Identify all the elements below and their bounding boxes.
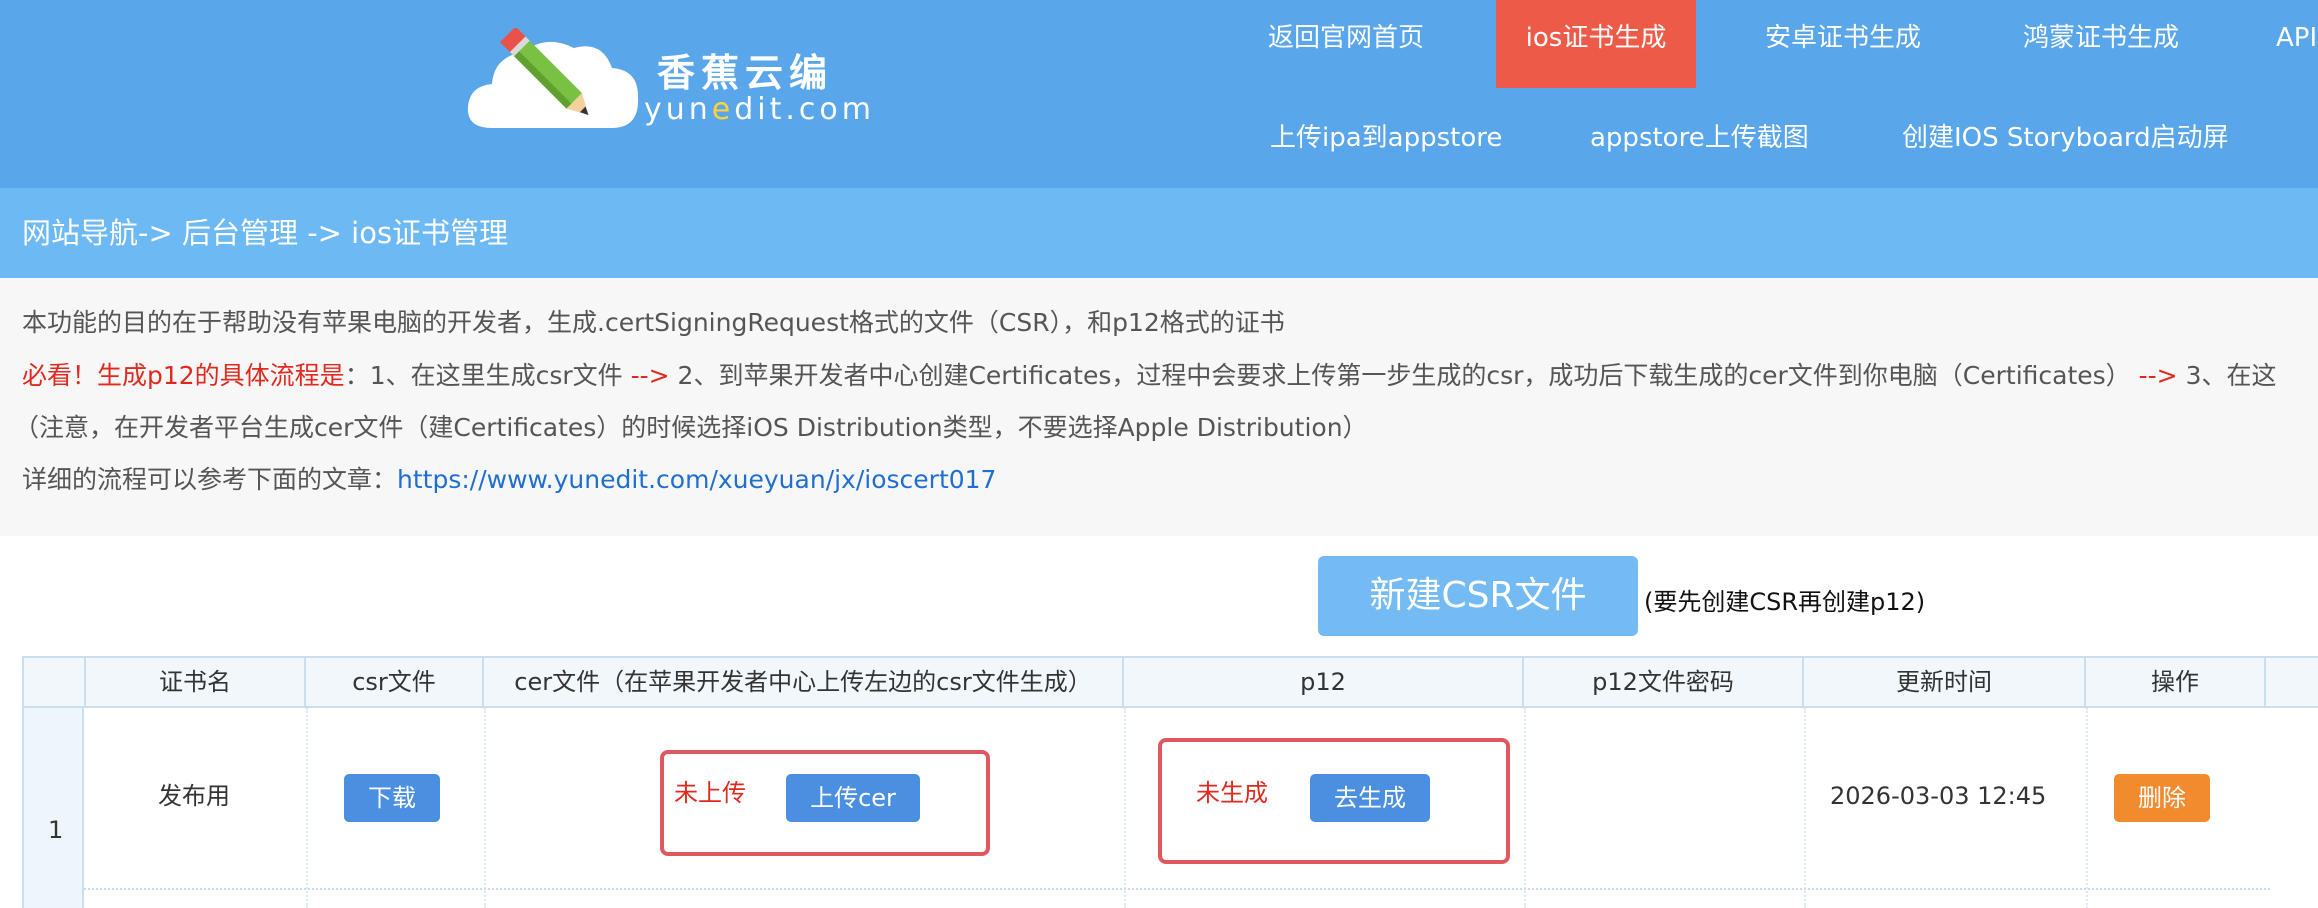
csr-note: (要先创建CSR再创建p12) <box>1644 588 1926 616</box>
info-reference-link[interactable]: https://www.yunedit.com/xueyuan/jx/iosce… <box>397 465 996 494</box>
nav-item-ios-cert[interactable]: ios证书生成 <box>1496 0 1696 88</box>
info-must-read: 必看！生成p12的具体流程是 <box>22 361 345 390</box>
nav-item-harmony-cert[interactable]: 鸿蒙证书生成 <box>2012 0 2190 88</box>
cert-table: 证书名 csr文件 cer文件（在苹果开发者中心上传左边的csr文件生成） p1… <box>22 656 2318 908</box>
info-step3: 3、在这 <box>2177 361 2277 390</box>
p12-status: 未生成 <box>1196 779 1268 807</box>
logo-subtitle-pre: yun <box>644 92 712 127</box>
table-header-cer: cer文件（在苹果开发者中心上传左边的csr文件生成） <box>484 658 1124 706</box>
nav-item-home[interactable]: 返回官网首页 <box>1248 0 1444 88</box>
info-purpose: 本功能的目的在于帮助没有苹果电脑的开发者，生成.certSigningReque… <box>22 308 1285 337</box>
table-header-p12-password: p12文件密码 <box>1524 658 1804 706</box>
nav-item-android-cert[interactable]: 安卓证书生成 <box>1758 0 1928 88</box>
table-header-p12: p12 <box>1124 658 1524 706</box>
table-header-csr: csr文件 <box>306 658 484 706</box>
table-header-action: 操作 <box>2086 658 2266 706</box>
table-header-index <box>24 658 86 706</box>
nav-item-api[interactable]: API <box>2276 0 2318 88</box>
nav-item-storyboard[interactable]: 创建IOS Storyboard启动屏 <box>1902 100 2229 188</box>
logo-subtitle-post: dit.com <box>734 92 875 127</box>
info-arrow-1: --> <box>630 361 670 390</box>
info-colon: ： <box>344 361 370 390</box>
logo-title: 香蕉云编 <box>657 51 834 95</box>
info-reference-label: 详细的流程可以参考下面的文章： <box>22 465 398 494</box>
cer-status: 未上传 <box>674 779 746 807</box>
table-header: 证书名 csr文件 cer文件（在苹果开发者中心上传左边的csr文件生成） p1… <box>24 658 2318 708</box>
column-separator <box>1524 708 1526 908</box>
table-row-index: 1 <box>24 708 84 908</box>
info-steps: 必看！生成p12的具体流程是：1、在这里生成csr文件 --> 2、到苹果开发者… <box>22 358 2277 394</box>
logo-subtitle: yunedit.com <box>644 92 875 127</box>
csr-download-button[interactable]: 下载 <box>344 774 440 822</box>
cert-name: 发布用 <box>158 782 230 810</box>
info-step1: 1、在这里生成csr文件 <box>369 361 631 390</box>
breadcrumb: 网站导航-> 后台管理 -> ios证书管理 <box>0 188 2318 278</box>
column-separator <box>306 708 308 908</box>
nav-item-upload-ipa[interactable]: 上传ipa到appstore <box>1270 100 1502 188</box>
nav-item-upload-screenshots[interactable]: appstore上传截图 <box>1590 100 1809 188</box>
column-separator <box>1804 708 1806 908</box>
column-separator <box>1124 708 1126 908</box>
site-logo[interactable]: 香蕉云编 yunedit.com <box>462 28 871 138</box>
info-reference: 详细的流程可以参考下面的文章：https://www.yunedit.com/x… <box>22 462 996 498</box>
info-step2: 2、到苹果开发者中心创建Certificates，过程中会要求上传第一步生成的c… <box>669 361 2139 390</box>
new-csr-button[interactable]: 新建CSR文件 <box>1318 556 1638 636</box>
column-separator <box>2086 708 2088 908</box>
generate-p12-button[interactable]: 去生成 <box>1310 774 1430 822</box>
row-index-number: 1 <box>48 816 64 844</box>
table-header-updated: 更新时间 <box>1804 658 2086 706</box>
site-header: 香蕉云编 yunedit.com 返回官网首页 ios证书生成 安卓证书生成 鸿… <box>0 0 2318 188</box>
updated-time: 2026-03-03 12:45 <box>1830 782 2047 810</box>
info-note: （注意，在开发者平台生成cer文件（建Certificates）的时候选择iOS… <box>14 413 1368 442</box>
info-arrow-2: --> <box>2138 361 2178 390</box>
delete-button[interactable]: 删除 <box>2114 774 2210 822</box>
info-panel: 本功能的目的在于帮助没有苹果电脑的开发者，生成.certSigningReque… <box>0 278 2318 536</box>
row-separator <box>84 888 2270 890</box>
breadcrumb-text: 网站导航-> 后台管理 -> ios证书管理 <box>22 216 509 250</box>
upload-cer-button[interactable]: 上传cer <box>786 774 920 822</box>
column-separator <box>484 708 486 908</box>
table-header-name: 证书名 <box>86 658 306 706</box>
logo-subtitle-accent: e <box>711 92 735 127</box>
cloud-pencil-logo-icon <box>467 28 639 128</box>
